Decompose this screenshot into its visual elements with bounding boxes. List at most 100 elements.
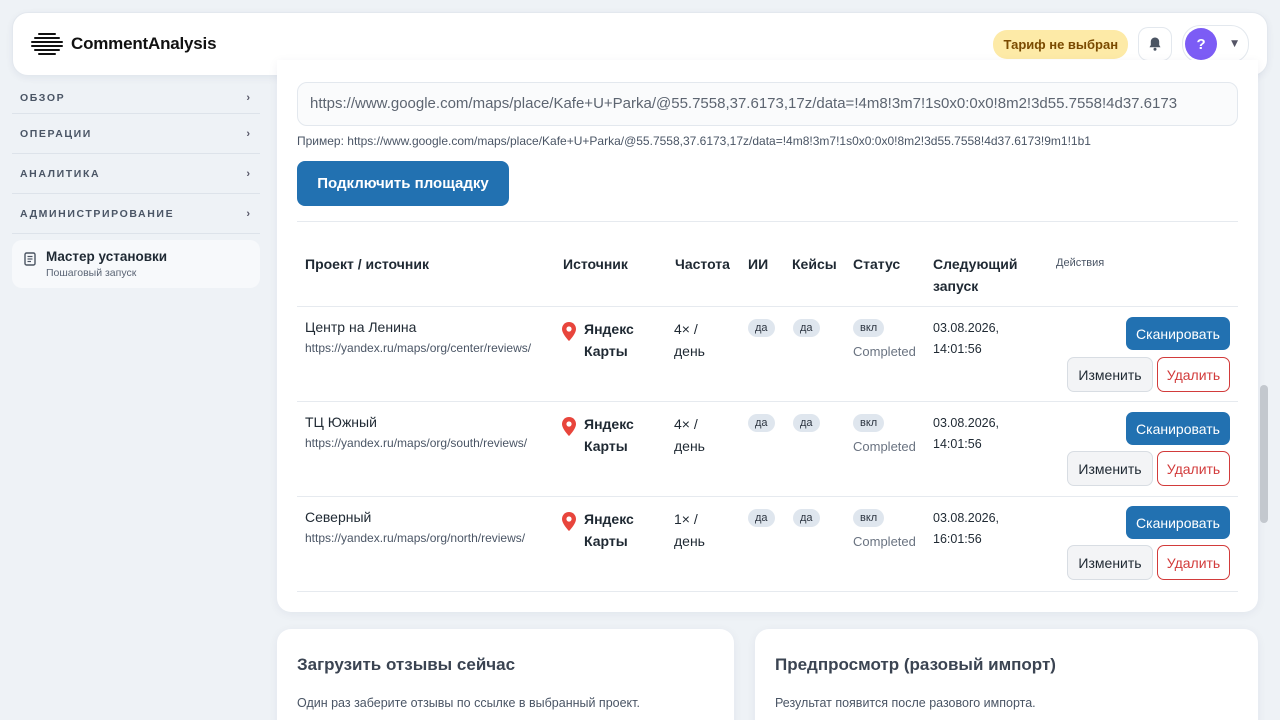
cases-badge: да: [793, 509, 820, 527]
source-name-line1: Яндекс: [584, 321, 634, 337]
frequency: 4× / день: [674, 413, 705, 457]
wizard-subtitle: Пошаговый запуск: [46, 267, 137, 279]
ai-badge: да: [748, 414, 775, 432]
project-url: https://yandex.ru/maps/org/north/reviews…: [305, 531, 526, 545]
col-source: Источник: [563, 256, 628, 272]
notifications-button[interactable]: [1138, 27, 1173, 61]
table-header: Проект / источник Источник Частота ИИ Ке…: [297, 222, 1238, 307]
next-run-time: 14:01:56: [933, 437, 982, 451]
col-next-run-line1: Следующий: [933, 256, 1018, 272]
source-name-line2: Карты: [584, 343, 628, 359]
col-project: Проект / источник: [305, 256, 429, 272]
place-url-input[interactable]: https://www.google.com/maps/place/Kafe+U…: [297, 82, 1238, 126]
project-name: ТЦ Южный: [305, 414, 377, 430]
preview-text: Результат появится после разового импорт…: [775, 696, 1036, 710]
chevron-right-icon: ›: [246, 207, 250, 220]
sidebar-item-setup-wizard[interactable]: Мастер установки Пошаговый запуск: [12, 240, 260, 288]
edit-button[interactable]: Изменить: [1067, 545, 1153, 580]
ai-badge: да: [748, 319, 775, 337]
next-run-time: 14:01:56: [933, 342, 982, 356]
scan-button[interactable]: Сканировать: [1126, 317, 1230, 350]
map-pin-icon: [562, 322, 576, 341]
logo-text: CommentAnalysis: [71, 34, 217, 53]
col-status: Статус: [853, 256, 901, 272]
project-name: Центр на Ленина: [305, 319, 417, 335]
col-next-run: Следующий запуск: [933, 253, 1017, 297]
sidebar-item-label: ОБЗОР: [20, 91, 66, 104]
sidebar: ОБЗОР › ОПЕРАЦИИ › АНАЛИТИКА › АДМИНИСТР…: [12, 82, 260, 288]
delete-button[interactable]: Удалить: [1157, 451, 1230, 486]
cases-badge: да: [793, 319, 820, 337]
col-next-run-line2: запуск: [933, 278, 979, 294]
col-cases: Кейсы: [792, 256, 837, 272]
preview-title: Предпросмотр (разовый импорт): [775, 655, 1056, 674]
scan-button[interactable]: Сканировать: [1126, 506, 1230, 539]
source-name-line1: Яндекс: [584, 416, 634, 432]
table-row: Северный https://yandex.ru/maps/org/nort…: [297, 497, 1238, 592]
chevron-right-icon: ›: [246, 127, 250, 140]
edit-button[interactable]: Изменить: [1067, 357, 1153, 392]
sidebar-item-label: АНАЛИТИКА: [20, 167, 101, 180]
status-text: Completed: [853, 439, 916, 454]
ai-badge: да: [748, 509, 775, 527]
status-text: Completed: [853, 344, 916, 359]
delete-button[interactable]: Удалить: [1157, 357, 1230, 392]
col-frequency: Частота: [675, 256, 730, 272]
user-menu[interactable]: ? ▼: [1182, 25, 1249, 63]
status-text: Completed: [853, 534, 916, 549]
load-now-card: Загрузить отзывы сейчас Один раз заберит…: [277, 629, 734, 720]
frequency: 4× / день: [674, 318, 705, 362]
next-run: 03.08.2026, 16:01:56: [933, 508, 999, 550]
connect-source-button[interactable]: Подключить площадку: [297, 161, 509, 206]
project-name: Северный: [305, 509, 372, 525]
delete-button[interactable]: Удалить: [1157, 545, 1230, 580]
next-run: 03.08.2026, 14:01:56: [933, 413, 999, 455]
table-row: ТЦ Южный https://yandex.ru/maps/org/sout…: [297, 402, 1238, 497]
col-ai: ИИ: [748, 256, 769, 272]
frequency-line2: день: [674, 438, 705, 454]
next-run-time: 16:01:56: [933, 532, 982, 546]
status-badge: вкл: [853, 509, 885, 527]
frequency-line1: 4× /: [674, 321, 698, 337]
load-now-text: Один раз заберите отзывы по ссылке в выб…: [297, 696, 640, 710]
map-pin-icon: [562, 417, 576, 436]
source-name: Яндекс Карты: [584, 508, 634, 552]
source-name-line2: Карты: [584, 533, 628, 549]
page-scrollbar[interactable]: [1260, 385, 1268, 523]
sidebar-item-overview[interactable]: ОБЗОР ›: [12, 82, 260, 114]
source-name-line2: Карты: [584, 438, 628, 454]
load-now-title: Загрузить отзывы сейчас: [297, 655, 516, 674]
tariff-badge[interactable]: Тариф не выбран: [993, 29, 1129, 59]
logo-icon: [31, 30, 63, 58]
edit-button[interactable]: Изменить: [1067, 451, 1153, 486]
sidebar-item-operations[interactable]: ОПЕРАЦИИ ›: [12, 114, 260, 154]
frequency-line2: день: [674, 533, 705, 549]
source-name: Яндекс Карты: [584, 413, 634, 457]
document-icon: [24, 252, 36, 266]
project-url: https://yandex.ru/maps/org/south/reviews…: [305, 436, 528, 450]
cases-badge: да: [793, 414, 820, 432]
table-row: Центр на Ленина https://yandex.ru/maps/o…: [297, 307, 1238, 402]
sidebar-item-label: АДМИНИСТРИРОВАНИЕ: [20, 207, 175, 220]
frequency-line1: 4× /: [674, 416, 698, 432]
status-badge: вкл: [853, 319, 885, 337]
frequency: 1× / день: [674, 508, 705, 552]
source-name-line1: Яндекс: [584, 511, 634, 527]
scan-button[interactable]: Сканировать: [1126, 412, 1230, 445]
url-example-hint: Пример: https://www.google.com/maps/plac…: [297, 134, 1091, 148]
col-actions: Действия: [1056, 257, 1105, 269]
frequency-line1: 1× /: [674, 511, 698, 527]
sidebar-item-analytics[interactable]: АНАЛИТИКА ›: [12, 154, 260, 194]
next-run: 03.08.2026, 14:01:56: [933, 318, 999, 360]
map-pin-icon: [562, 512, 576, 531]
logo[interactable]: CommentAnalysis: [31, 30, 217, 58]
chevron-right-icon: ›: [246, 91, 250, 104]
wizard-title: Мастер установки: [46, 249, 168, 264]
next-run-date: 03.08.2026,: [933, 416, 1000, 430]
chevron-right-icon: ›: [246, 167, 250, 180]
next-run-date: 03.08.2026,: [933, 321, 1000, 335]
sources-card: https://www.google.com/maps/place/Kafe+U…: [277, 60, 1258, 612]
status-badge: вкл: [853, 414, 885, 432]
project-url: https://yandex.ru/maps/org/center/review…: [305, 341, 532, 355]
sidebar-item-administration[interactable]: АДМИНИСТРИРОВАНИЕ ›: [12, 194, 260, 234]
